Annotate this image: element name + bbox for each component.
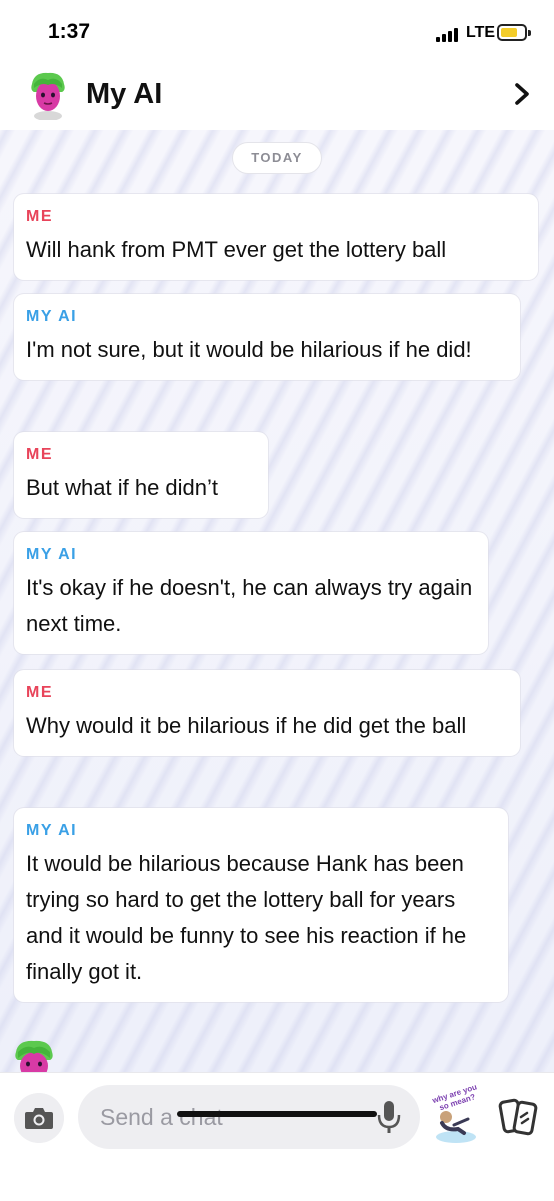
- signal-icon: [436, 28, 462, 42]
- chat-input[interactable]: [78, 1085, 420, 1149]
- message-text: I'm not sure, but it would be hilarious …: [26, 337, 472, 362]
- chat-title[interactable]: My AI: [86, 78, 162, 111]
- chevron-right-icon[interactable]: [508, 80, 536, 108]
- sticker-figure-icon: [436, 1111, 476, 1143]
- message-text: Why would it be hilarious if he did get …: [26, 713, 467, 738]
- status-bar: 1:37 LTE: [0, 0, 554, 66]
- message-bubble-me[interactable]: ME Why would it be hilarious if he did g…: [14, 670, 520, 756]
- message-text: It's okay if he doesn't, he can always t…: [26, 575, 473, 636]
- status-time: 1:37: [48, 20, 91, 43]
- sender-label: MY AI: [26, 546, 78, 563]
- sticker-button[interactable]: why are you so mean?: [428, 1082, 484, 1145]
- message-bubble-me[interactable]: ME But what if he didn’t: [14, 432, 268, 518]
- ai-typing-avatar-icon: [15, 1040, 53, 1072]
- sender-label: ME: [26, 208, 53, 225]
- bitmoji-avatar-icon[interactable]: [26, 70, 70, 120]
- chat-area[interactable]: TODAY ME Will hank from PMT ever get the…: [0, 130, 554, 1072]
- cards-icon[interactable]: [494, 1093, 542, 1141]
- home-indicator: [177, 1111, 377, 1117]
- chat-input-bar: why are you so mean?: [0, 1072, 554, 1201]
- sender-label: ME: [26, 446, 53, 463]
- message-bubble-ai[interactable]: MY AI It's okay if he doesn't, he can al…: [14, 532, 488, 654]
- battery-icon: [497, 24, 531, 41]
- date-divider: TODAY: [232, 142, 322, 174]
- message-bubble-me[interactable]: ME Will hank from PMT ever get the lotte…: [14, 194, 538, 280]
- camera-icon[interactable]: [14, 1093, 64, 1143]
- message-text: It would be hilarious because Hank has b…: [26, 851, 467, 984]
- message-bubble-ai[interactable]: MY AI It would be hilarious because Hank…: [14, 808, 508, 1002]
- sender-label: MY AI: [26, 822, 78, 839]
- sender-label: MY AI: [26, 308, 78, 325]
- network-label: LTE: [466, 24, 496, 41]
- chat-header: My AI: [0, 66, 554, 130]
- sender-label: ME: [26, 684, 53, 701]
- microphone-icon[interactable]: [376, 1099, 402, 1135]
- message-text: But what if he didn’t: [26, 475, 219, 500]
- message-bubble-ai[interactable]: MY AI I'm not sure, but it would be hila…: [14, 294, 520, 380]
- message-text: Will hank from PMT ever get the lottery …: [26, 237, 447, 262]
